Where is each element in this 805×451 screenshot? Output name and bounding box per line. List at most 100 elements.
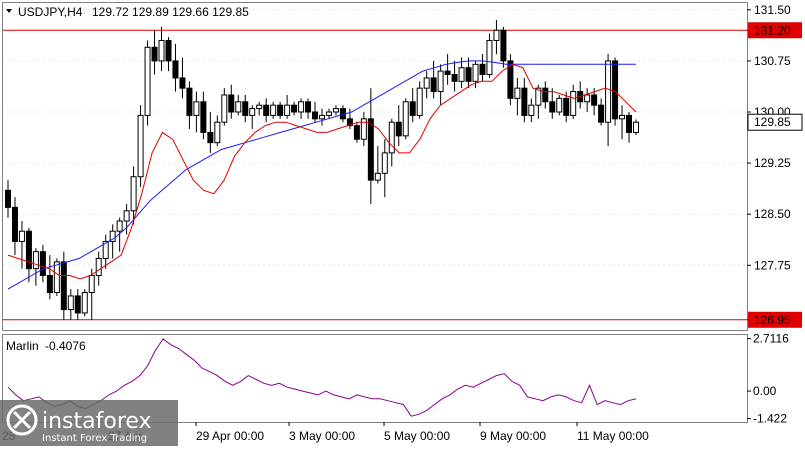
bear-candle-body — [395, 121, 402, 137]
price-tick-label: 129.85 — [754, 115, 791, 129]
bear-candle-body — [598, 104, 605, 123]
bear-candle-body — [626, 114, 633, 133]
bull-candle-body — [144, 46, 151, 116]
bear-candle-body — [186, 87, 193, 116]
bull-candle-body — [249, 108, 256, 116]
bear-candle-body — [165, 39, 172, 62]
time-tick-label: 5 May 00:00 — [384, 429, 450, 443]
bull-candle-body — [556, 97, 563, 113]
bull-candle-body — [298, 101, 305, 113]
bear-candle-body — [291, 104, 298, 113]
bull-candle-body — [88, 275, 95, 294]
candle — [137, 105, 144, 187]
price-panel-frame — [2, 2, 748, 331]
price-axis: 131.50131.20130.75130.00129.85129.25128.… — [747, 3, 803, 328]
bull-candle-body — [584, 94, 591, 103]
bull-candle-body — [374, 172, 381, 181]
bear-candle-body — [591, 94, 598, 106]
bear-candle-body — [451, 74, 458, 82]
bear-candle-body — [228, 94, 235, 113]
price-tick-label: 129.25 — [754, 156, 791, 170]
price-tick-label: 127.75 — [754, 258, 791, 272]
bear-candle-body — [430, 77, 437, 93]
bear-candle-body — [46, 275, 53, 294]
bull-candle-body — [605, 60, 612, 123]
indicator-axis: 2.7116 0.00 -1.422 — [747, 332, 789, 426]
bull-candle-body — [381, 152, 388, 174]
bear-candle-body — [521, 87, 528, 116]
bear-candle-body — [172, 60, 179, 79]
bear-candle-body — [353, 125, 360, 140]
time-tick-label: 11 May 00:00 — [577, 429, 649, 443]
indicator-tick-label: 0.00 — [753, 384, 777, 398]
bull-candle-body — [570, 91, 577, 116]
bear-candle-body — [151, 46, 158, 62]
bull-candle-body — [319, 114, 325, 120]
chart-window: 131.50 131.20 130.75 130.00 129.85 129.25 128.… — [0, 0, 805, 446]
bull-candle-body — [486, 39, 493, 76]
candle — [486, 33, 493, 78]
bear-candle-body — [312, 111, 319, 120]
chart-svg[interactable]: 131.50131.20130.75130.00129.85129.25128.… — [0, 0, 805, 446]
bull-candle-body — [81, 292, 88, 314]
bull-candle-body — [633, 121, 639, 133]
bull-candle-body — [472, 63, 479, 82]
bull-candle-body — [388, 121, 395, 154]
bull-candle-body — [402, 101, 409, 137]
price-tick-label: 130.75 — [754, 54, 791, 68]
price-tick-label: 126.95 — [754, 313, 791, 327]
candle — [556, 94, 563, 116]
bear-candle-body — [5, 189, 11, 208]
price-tick-label: 128.50 — [754, 207, 791, 221]
bull-candle-body — [123, 210, 130, 222]
bear-candle-body — [479, 63, 486, 76]
bull-candle-body — [528, 104, 535, 116]
bull-candle-body — [284, 104, 291, 116]
bull-candle-body — [325, 111, 332, 116]
bear-candle-body — [179, 77, 186, 89]
bear-candle-body — [242, 101, 249, 116]
indicator-value: -0.4076 — [45, 339, 86, 353]
candle — [402, 98, 409, 140]
bear-candle-body — [11, 206, 18, 242]
bull-candle-body — [137, 114, 144, 178]
price-tick-label: 131.50 — [754, 3, 791, 17]
bull-candle-body — [270, 104, 277, 116]
bear-candle-body — [39, 251, 46, 276]
bear-candle-body — [277, 104, 284, 116]
indicator-tick-label: -1.422 — [753, 412, 787, 426]
bull-candle-body — [221, 94, 228, 123]
bear-candle-body — [367, 118, 374, 181]
bear-candle-body — [305, 101, 312, 113]
candle — [507, 54, 514, 106]
bull-candle-body — [158, 39, 165, 62]
time-tick-label: 29 Apr 00:00 — [196, 429, 264, 443]
time-tick-label: 9 May 00:00 — [480, 429, 546, 443]
symbol-label: USDJPY,H4 — [18, 5, 83, 19]
instaforex-logo: instaforex Instant Forex Trading — [0, 400, 178, 446]
bear-candle-body — [263, 104, 270, 116]
bull-candle-body — [458, 67, 465, 82]
bull-candle-body — [67, 295, 74, 311]
indicator-tick-label: 2.7116 — [753, 332, 789, 346]
bear-candle-body — [542, 87, 549, 103]
bear-candle-body — [74, 295, 81, 314]
candle — [353, 122, 360, 143]
logo-tagline: Instant Forex Trading — [42, 433, 147, 444]
bull-candle-body — [493, 29, 500, 41]
bear-candle-body — [207, 131, 214, 144]
bull-candle-body — [95, 257, 102, 276]
bull-candle-body — [32, 251, 39, 270]
bear-candle-body — [60, 261, 67, 311]
bull-candle-body — [193, 101, 200, 116]
bear-candle-body — [465, 67, 472, 82]
indicator-name: Marlin — [6, 339, 39, 353]
bull-candle-body — [53, 261, 60, 294]
bull-candle-body — [416, 87, 423, 116]
ohlc-values: 129.72 129.89 129.66 129.85 — [92, 5, 249, 19]
bear-candle-body — [200, 101, 207, 133]
bear-candle-body — [549, 101, 556, 113]
price-tick-label: 131.20 — [754, 23, 791, 37]
bull-candle-body — [437, 70, 444, 93]
bull-candle-body — [256, 104, 263, 110]
